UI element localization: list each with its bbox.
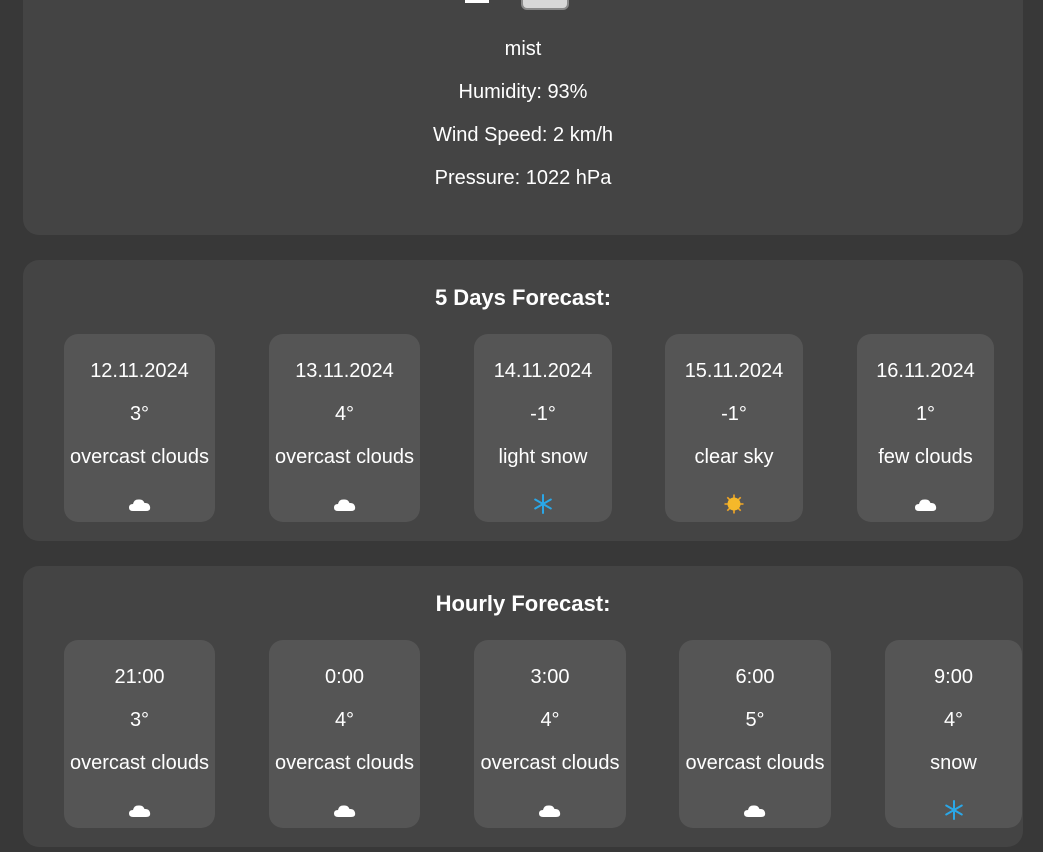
forecast-time: 0:00 <box>325 666 364 688</box>
daily-forecast-card: 14.11.2024 -1° light snow <box>474 334 612 522</box>
forecast-time: 21:00 <box>114 666 165 688</box>
forecast-temperature: 4° <box>943 709 964 731</box>
forecast-temperature: 1° <box>915 403 936 425</box>
forecast-temperature: 4° <box>540 709 560 731</box>
forecast-temperature: 3° <box>129 403 150 425</box>
cloud-icon <box>332 800 358 820</box>
hourly-forecast-card: 6:00 5° overcast clouds <box>679 640 831 828</box>
forecast-time: 3:00 <box>530 666 570 688</box>
forecast-date: 12.11.2024 <box>90 360 189 382</box>
forecast-description: few clouds <box>878 446 973 468</box>
snowflake-icon <box>941 800 967 820</box>
forecast-temperature: -1° <box>530 403 556 425</box>
forecast-description: snow <box>930 752 977 774</box>
cloud-icon <box>332 494 358 514</box>
menu-dash-icon <box>465 0 489 3</box>
hourly-forecast-card: 21:00 3° overcast clouds <box>64 640 215 828</box>
hourly-forecast-title: Hourly Forecast: <box>435 591 611 616</box>
forecast-description: light snow <box>498 446 588 468</box>
daily-forecast-card: 15.11.2024 -1° clear sky <box>665 334 803 522</box>
unit-toggle-button[interactable] <box>521 0 569 10</box>
forecast-temperature: -1° <box>721 403 747 425</box>
forecast-temperature: 4° <box>334 403 355 425</box>
current-weather-panel: mist Humidity: 93% Wind Speed: 2 km/h Pr… <box>23 0 1023 235</box>
forecast-description: overcast clouds <box>70 446 209 468</box>
daily-forecast-card: 12.11.2024 3° overcast clouds <box>64 334 215 522</box>
hourly-forecast-panel: Hourly Forecast: 21:00 3° overcast cloud… <box>23 566 1023 847</box>
hourly-forecast-card: 3:00 4° overcast clouds <box>474 640 626 828</box>
hourly-forecast-card: 9:00 4° snow <box>885 640 1022 828</box>
cloud-icon <box>742 800 768 820</box>
forecast-description: overcast clouds <box>275 752 414 774</box>
current-wind-speed: Wind Speed: 2 km/h <box>432 124 614 146</box>
forecast-temperature: 3° <box>129 709 150 731</box>
forecast-date: 15.11.2024 <box>684 360 784 382</box>
forecast-description: overcast clouds <box>275 446 414 468</box>
daily-forecast-card: 16.11.2024 1° few clouds <box>857 334 994 522</box>
daily-forecast-panel: 5 Days Forecast: 12.11.2024 3° overcast … <box>23 260 1023 541</box>
current-pressure: Pressure: 1022 hPa <box>434 167 612 189</box>
forecast-date: 13.11.2024 <box>295 360 394 382</box>
daily-forecast-title: 5 Days Forecast: <box>434 285 612 310</box>
forecast-description: overcast clouds <box>685 752 825 774</box>
forecast-description: overcast clouds <box>480 752 620 774</box>
sun-icon <box>721 494 747 514</box>
forecast-description: overcast clouds <box>70 752 209 774</box>
snowflake-icon <box>530 494 556 514</box>
cloud-icon <box>127 494 153 514</box>
forecast-temperature: 4° <box>334 709 355 731</box>
current-description: mist <box>504 38 542 60</box>
forecast-time: 6:00 <box>735 666 775 688</box>
forecast-date: 16.11.2024 <box>876 360 975 382</box>
forecast-temperature: 5° <box>745 709 765 731</box>
hourly-forecast-card: 0:00 4° overcast clouds <box>269 640 420 828</box>
forecast-time: 9:00 <box>934 666 973 688</box>
current-humidity: Humidity: 93% <box>458 81 588 103</box>
forecast-date: 14.11.2024 <box>493 360 593 382</box>
cloud-icon <box>537 800 563 820</box>
daily-forecast-card: 13.11.2024 4° overcast clouds <box>269 334 420 522</box>
cloud-icon <box>127 800 153 820</box>
forecast-description: clear sky <box>694 446 774 468</box>
cloud-icon <box>913 494 939 514</box>
